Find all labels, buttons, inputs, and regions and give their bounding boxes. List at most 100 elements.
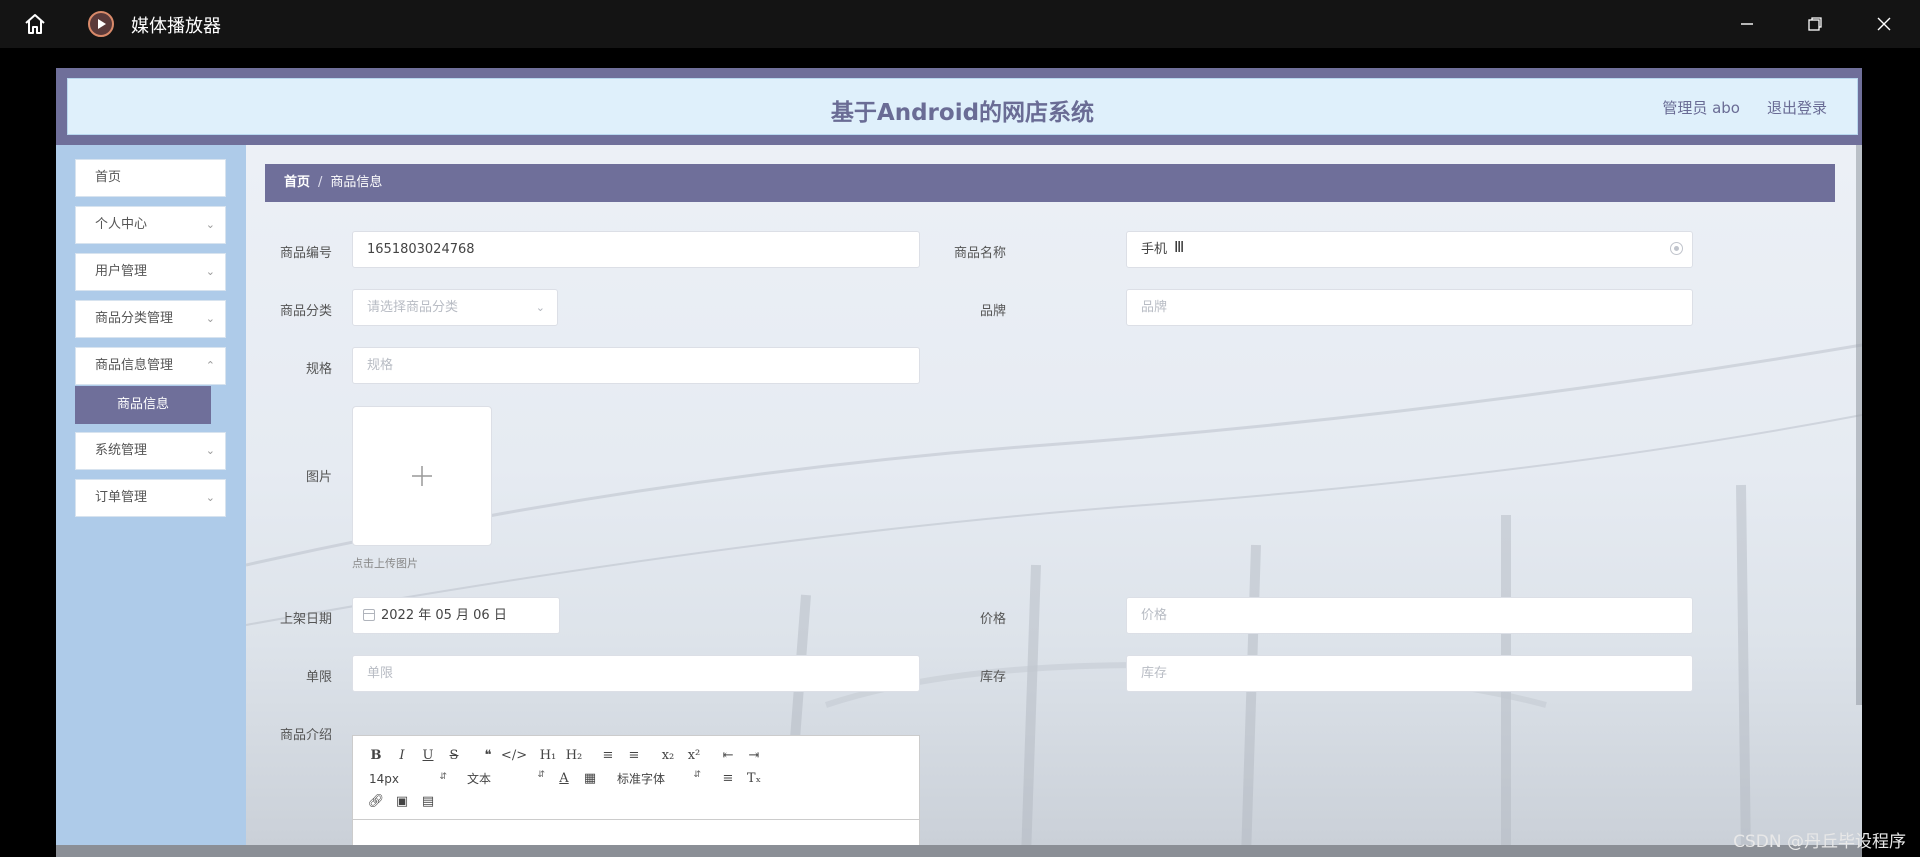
- font-family-value: 标准字体: [617, 772, 666, 786]
- sidebar-item-user-management[interactable]: 用户管理 ⌄: [75, 253, 226, 291]
- chevron-down-icon: ⌄: [205, 444, 215, 457]
- sidebar: 首页 个人中心 ⌄ 用户管理 ⌄ 商品分类管理 ⌄ 商品信息管理 ⌃ 商品信息 …: [56, 145, 246, 857]
- sidebar-item-system-management[interactable]: 系统管理 ⌄: [75, 432, 226, 470]
- window-title: 媒体播放器: [131, 16, 221, 37]
- heading2-icon[interactable]: H₂: [561, 746, 587, 766]
- logout-link[interactable]: 退出登录: [1767, 97, 1827, 118]
- price-label: 价格: [979, 612, 1006, 627]
- superscript-icon[interactable]: x²: [681, 746, 707, 766]
- app-title: 基于Android的网店系统: [830, 100, 1095, 126]
- text-cursor-icon: Ⅲ: [1174, 238, 1185, 256]
- editor-toolbar: B I U S ❝ </> H₁ H₂ ≡ ≡ x₂ x² ⇤ ⇥ 14px ⇵…: [353, 736, 919, 820]
- select-arrows-icon: ⇵: [693, 770, 701, 780]
- chevron-down-icon: ⌄: [205, 265, 215, 278]
- brand-label: 品牌: [979, 304, 1006, 319]
- align-icon[interactable]: ≡: [715, 769, 741, 789]
- select-arrows-icon: ⇵: [537, 770, 545, 780]
- price-field[interactable]: 价格: [1126, 597, 1693, 634]
- ordered-list-icon[interactable]: ≡: [595, 746, 621, 766]
- bullet-list-icon[interactable]: ≡: [621, 746, 647, 766]
- media-player-logo-icon: [88, 11, 114, 37]
- window-titlebar: 媒体播放器: [0, 0, 1920, 48]
- clear-icon[interactable]: [1670, 242, 1683, 255]
- sidebar-item-personal-center[interactable]: 个人中心 ⌄: [75, 206, 226, 244]
- underline-icon[interactable]: U: [415, 746, 441, 766]
- chevron-down-icon: ⌄: [205, 491, 215, 504]
- brand-field[interactable]: 品牌: [1126, 289, 1693, 326]
- sidebar-item-order-management[interactable]: 订单管理 ⌄: [75, 479, 226, 517]
- blockquote-icon[interactable]: ❝: [475, 746, 501, 766]
- indent-icon[interactable]: ⇥: [741, 746, 767, 766]
- restore-button[interactable]: [1801, 10, 1829, 38]
- sidebar-item-label: 商品分类管理: [95, 311, 174, 326]
- product-name-field[interactable]: 手机: [1126, 231, 1693, 268]
- product-name-value: 手机: [1141, 242, 1168, 257]
- image-label: 图片: [305, 470, 332, 485]
- product-code-field[interactable]: 1651803024768: [352, 231, 920, 268]
- outdent-icon[interactable]: ⇤: [715, 746, 741, 766]
- app-frame: 基于Android的网店系统 管理员 abo 退出登录 首页 个人中心 ⌄ 用户…: [56, 68, 1862, 857]
- code-label: 商品编号: [279, 246, 332, 261]
- image-uploader[interactable]: [352, 406, 492, 546]
- font-size-select[interactable]: 14px ⇵: [363, 772, 453, 786]
- breadcrumb: 首页 / 商品信息: [265, 164, 1835, 202]
- sidebar-item-label: 个人中心: [95, 217, 148, 232]
- sidebar-item-home[interactable]: 首页: [75, 159, 226, 197]
- sidebar-item-category-management[interactable]: 商品分类管理 ⌄: [75, 300, 226, 338]
- category-placeholder: 请选择商品分类: [367, 300, 459, 315]
- clear-format-icon[interactable]: Tₓ: [741, 769, 767, 789]
- spec-label: 规格: [305, 362, 332, 377]
- home-icon[interactable]: [22, 11, 48, 37]
- sidebar-item-product-management[interactable]: 商品信息管理 ⌃: [75, 347, 226, 385]
- heading1-icon[interactable]: H₁: [535, 746, 561, 766]
- link-icon[interactable]: 🔗︎: [363, 792, 389, 812]
- video-icon[interactable]: ▤: [415, 792, 441, 812]
- bold-icon[interactable]: B: [363, 746, 389, 766]
- app-header: 基于Android的网店系统 管理员 abo 退出登录: [67, 78, 1858, 135]
- rich-text-editor[interactable]: B I U S ❝ </> H₁ H₂ ≡ ≡ x₂ x² ⇤ ⇥ 14px ⇵…: [352, 735, 920, 855]
- italic-icon[interactable]: I: [389, 746, 415, 766]
- background-color-icon[interactable]: ▦: [577, 769, 603, 789]
- upload-hint: 点击上传图片: [352, 557, 418, 570]
- strike-icon[interactable]: S: [441, 746, 467, 766]
- close-button[interactable]: [1870, 10, 1898, 38]
- chevron-down-icon: ⌄: [205, 312, 215, 325]
- code-block-icon[interactable]: </>: [501, 746, 527, 766]
- current-user: 管理员 abo: [1662, 99, 1740, 117]
- stock-field[interactable]: 库存: [1126, 655, 1693, 692]
- font-size-value: 14px: [369, 771, 399, 786]
- image-icon[interactable]: ▣: [389, 792, 415, 812]
- category-label: 商品分类: [279, 304, 332, 319]
- plus-icon: [353, 407, 491, 545]
- subscript-icon[interactable]: x₂: [655, 746, 681, 766]
- intro-label: 商品介绍: [279, 728, 332, 743]
- stock-label: 库存: [979, 670, 1006, 685]
- date-picker[interactable]: 2022 年 05 月 06 日: [352, 597, 560, 634]
- watermark: CSDN @丹丘毕设程序: [1733, 832, 1906, 852]
- limit-field[interactable]: 单限: [352, 655, 920, 692]
- date-value: 2022 年 05 月 06 日: [381, 608, 507, 623]
- scrollbar[interactable]: [1856, 145, 1862, 705]
- header-value: 文本: [467, 772, 492, 786]
- sidebar-subitem-product-info[interactable]: 商品信息: [75, 386, 211, 424]
- breadcrumb-home[interactable]: 首页: [284, 175, 310, 190]
- font-family-select[interactable]: 标准字体 ⇵: [611, 770, 707, 787]
- category-select[interactable]: 请选择商品分类 ⌄: [352, 289, 558, 326]
- bottom-bar: [56, 845, 1862, 857]
- limit-label: 单限: [305, 670, 332, 685]
- spec-field[interactable]: 规格: [352, 347, 920, 384]
- chevron-down-icon: ⌄: [205, 218, 215, 231]
- text-color-icon[interactable]: A: [551, 769, 577, 789]
- chevron-down-icon: ⌄: [535, 301, 545, 314]
- header-select[interactable]: 文本 ⇵: [461, 770, 551, 787]
- sidebar-item-label: 首页: [95, 170, 122, 185]
- minimize-button[interactable]: [1733, 10, 1761, 38]
- sidebar-item-label: 订单管理: [95, 490, 148, 505]
- breadcrumb-separator: /: [318, 175, 323, 190]
- breadcrumb-current: 商品信息: [330, 175, 383, 190]
- calendar-icon: [363, 609, 375, 621]
- sidebar-item-label: 用户管理: [95, 264, 148, 279]
- name-label: 商品名称: [953, 246, 1006, 261]
- sidebar-item-label: 系统管理: [95, 443, 148, 458]
- sidebar-item-label: 商品信息管理: [95, 358, 174, 373]
